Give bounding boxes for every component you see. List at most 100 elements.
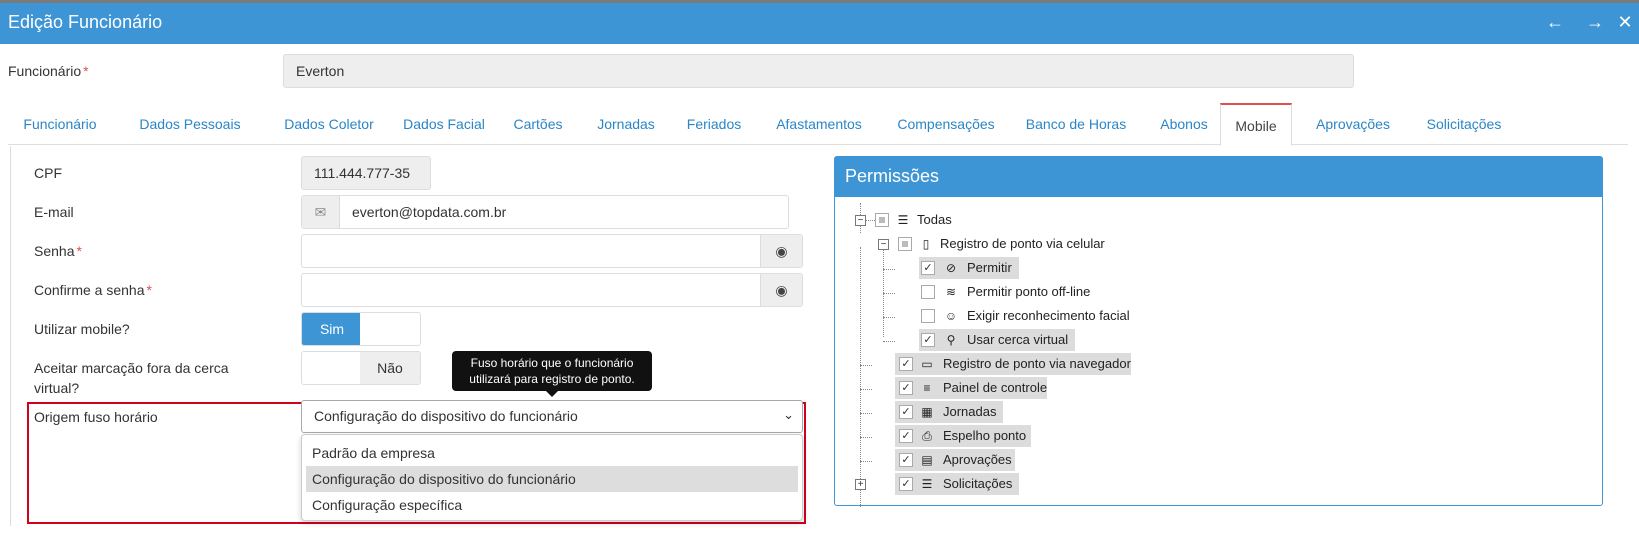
tree-line	[860, 389, 872, 390]
tab-cartoes[interactable]: Cartões	[504, 103, 572, 145]
timezone-option-dispositivo[interactable]: Configuração do dispositivo do funcionár…	[306, 466, 798, 492]
tree-node-navegador[interactable]: ✓ ▭ Registro de ponto via navegador	[895, 353, 1131, 375]
timezone-option-padrao[interactable]: Padrão da empresa	[306, 440, 798, 466]
checkbox-checked[interactable]: ✓	[921, 333, 935, 347]
accept-fence-toggle[interactable]: Não	[301, 351, 421, 385]
tree-line	[860, 461, 872, 462]
tree-label: Registro de ponto via navegador	[943, 356, 1131, 371]
tree-line	[883, 317, 895, 318]
eye-slash-icon[interactable]: ◉	[760, 274, 802, 306]
smile-icon: ☺	[944, 309, 958, 323]
tree-label: Usar cerca virtual	[967, 332, 1069, 347]
tree-line	[883, 269, 895, 270]
tab-funcionario[interactable]: Funcionário	[8, 103, 112, 145]
tree-line	[883, 341, 895, 342]
tree-node-jornadas[interactable]: ✓ ▦ Jornadas	[895, 401, 1003, 423]
tree-node-solicitacoes[interactable]: ✓ ☰ Solicitações	[895, 473, 1019, 495]
tree-label: Permitir	[967, 260, 1012, 275]
checkbox-checked[interactable]: ✓	[899, 429, 913, 443]
use-mobile-on[interactable]: Sim	[302, 313, 362, 345]
email-input[interactable]: everton@topdata.com.br	[352, 204, 506, 220]
confirm-password-input[interactable]: ◉	[301, 273, 803, 307]
back-arrow-icon[interactable]: ←	[1544, 11, 1566, 33]
toggle-blank[interactable]	[360, 313, 420, 345]
eye-slash-icon[interactable]: ◉	[760, 235, 802, 267]
tab-banco-de-horas[interactable]: Banco de Horas	[1014, 103, 1138, 145]
email-label: E-mail	[34, 204, 74, 220]
required-mark: *	[83, 63, 89, 79]
accept-fence-off[interactable]: Não	[360, 352, 420, 384]
tab-mobile[interactable]: Mobile	[1220, 103, 1292, 146]
checkbox-partial[interactable]	[898, 237, 912, 251]
close-icon[interactable]: ✕	[1614, 11, 1636, 33]
desktop-icon: ▭	[921, 357, 933, 371]
tree-node-facial[interactable]: ☺ Exigir reconhecimento facial	[919, 305, 1139, 327]
window-title: Edição Funcionário	[8, 12, 163, 32]
tree-label: Aprovações	[943, 452, 1012, 467]
email-input-group[interactable]: ✉ everton@topdata.com.br	[301, 195, 789, 229]
checkbox-unchecked[interactable]	[921, 309, 935, 323]
forward-arrow-icon[interactable]: →	[1584, 11, 1606, 33]
checkbox-partial[interactable]	[875, 213, 889, 227]
timezone-select[interactable]: Configuração do dispositivo do funcionár…	[301, 400, 803, 433]
tab-feriados[interactable]: Feriados	[674, 103, 754, 145]
checkbox-unchecked[interactable]	[921, 285, 935, 299]
tab-aprovacoes[interactable]: Aprovações	[1302, 103, 1404, 145]
timezone-tooltip: Fuso horário que o funcionário utilizará…	[452, 351, 652, 397]
tree-node-painel[interactable]: ✓ ≡ Painel de controle	[895, 377, 1047, 399]
use-mobile-label: Utilizar mobile?	[34, 321, 130, 337]
tree-line	[860, 437, 872, 438]
tree-node-espelho[interactable]: ✓ ⎙ Espelho ponto	[895, 425, 1031, 447]
tree-node-cerca[interactable]: ✓ ⚲ Usar cerca virtual	[919, 329, 1075, 351]
checkbox-checked[interactable]: ✓	[921, 261, 935, 275]
tab-dados-pessoais[interactable]: Dados Pessoais	[120, 103, 260, 145]
collapse-icon[interactable]: −	[878, 239, 889, 250]
tab-jornadas[interactable]: Jornadas	[584, 103, 668, 145]
tree-node-aprovacoes[interactable]: ✓ ▤ Aprovações	[895, 449, 1015, 471]
tree-line	[860, 247, 861, 507]
password-input[interactable]: ◉	[301, 234, 803, 268]
permissions-panel: Permissões − ☰ Todas − ▯ Registro de pon…	[834, 156, 1603, 507]
collapse-icon[interactable]: −	[855, 215, 866, 226]
tree-label: Espelho ponto	[943, 428, 1027, 443]
timezone-option-especifica[interactable]: Configuração específica	[306, 492, 798, 518]
tree-node-todas[interactable]: ☰ Todas	[875, 209, 965, 231]
tab-dados-coletor[interactable]: Dados Coletor	[264, 103, 394, 145]
tree-line	[883, 247, 884, 337]
tab-compensacoes[interactable]: Compensações	[884, 103, 1008, 145]
tab-solicitacoes[interactable]: Solicitações	[1412, 103, 1516, 145]
tree-label: Jornadas	[943, 404, 997, 419]
use-mobile-toggle[interactable]: Sim	[301, 312, 421, 346]
calendar-icon: ▦	[921, 405, 933, 419]
wifi-icon: ≋	[945, 285, 957, 299]
mobile-icon: ▯	[922, 237, 930, 251]
required-mark: *	[76, 243, 82, 259]
tree-node-celular[interactable]: ▯ Registro de ponto via celular	[898, 233, 1108, 255]
employee-field: Everton	[283, 54, 1354, 88]
print-icon: ⎙	[922, 429, 932, 443]
tree-label: Solicitações	[943, 476, 1013, 491]
checkbox-checked[interactable]: ✓	[899, 453, 913, 467]
tree-label: Todas	[917, 212, 952, 227]
checkbox-checked[interactable]: ✓	[899, 405, 913, 419]
toggle-blank[interactable]	[302, 352, 362, 384]
checkbox-checked[interactable]: ✓	[899, 477, 913, 491]
title-bar: Edição Funcionário ← → ✕	[0, 3, 1639, 44]
tab-afastamentos[interactable]: Afastamentos	[760, 103, 878, 145]
map-marker-icon: ⚲	[946, 333, 956, 347]
tab-bar: Funcionário Dados Pessoais Dados Coletor…	[8, 103, 1628, 146]
tab-abonos[interactable]: Abonos	[1148, 103, 1220, 145]
tree-label: Painel de controle	[943, 380, 1048, 395]
tree-line	[860, 413, 872, 414]
tree-line	[865, 220, 875, 221]
checkbox-checked[interactable]: ✓	[899, 381, 913, 395]
confirm-password-label-text: Confirme a senha	[34, 282, 145, 298]
cpf-field: 111.444.777-35	[301, 156, 431, 190]
tab-dados-facial[interactable]: Dados Facial	[386, 103, 502, 145]
tree-node-permitir[interactable]: ✓ ⊘ Permitir	[919, 257, 1019, 279]
expand-icon[interactable]: +	[855, 479, 866, 490]
tree-node-offline[interactable]: ≋ Permitir ponto off-line	[919, 281, 1119, 303]
envelope-icon: ✉	[302, 196, 340, 228]
checkbox-checked[interactable]: ✓	[899, 357, 913, 371]
bars-icon: ≡	[923, 381, 931, 395]
